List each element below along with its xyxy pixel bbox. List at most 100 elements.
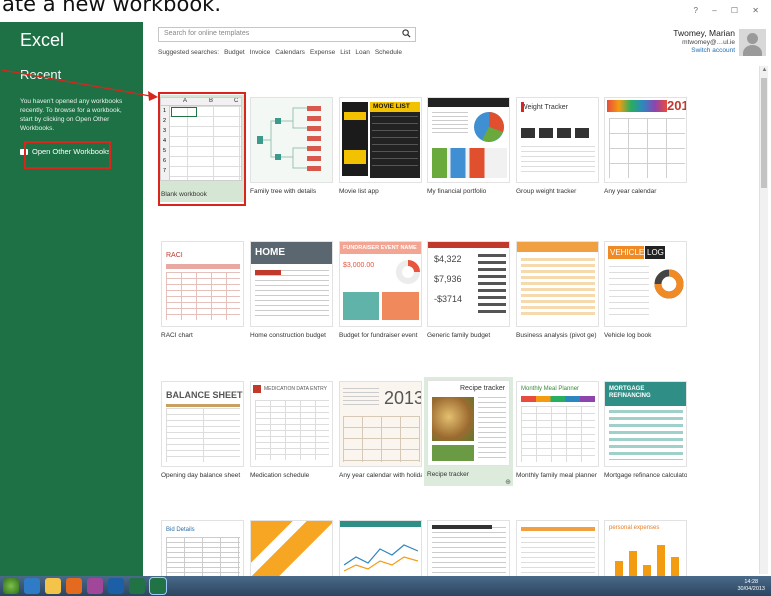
calendar-year: 2013: [667, 98, 686, 113]
template-label: Opening day balance sheet: [161, 472, 241, 479]
weight-title: Weight Tracker: [521, 104, 568, 111]
window-controls[interactable]: ? – ☐ ✕: [694, 6, 765, 15]
template-thumbnail: Weight Tracker: [516, 97, 599, 183]
suggested-searches: Suggested searches: Budget Invoice Calen…: [158, 49, 402, 56]
caption-text: ate a new workbook.: [2, 0, 222, 16]
suggested-schedule[interactable]: Schedule: [375, 49, 402, 56]
clock-time: 14:28: [744, 579, 759, 585]
avatar[interactable]: [739, 29, 766, 56]
taskbar: 14:28 30/04/2013: [0, 576, 771, 596]
template-thumbnail: [250, 97, 333, 183]
balance-title: BALANCE SHEET: [166, 390, 243, 400]
template-business-analysis[interactable]: Business analysis (pivot ge): [516, 241, 599, 339]
mortgage-title: MORTGAGE REFINANCING: [609, 386, 651, 399]
template-mortgage-refinance[interactable]: MORTGAGE REFINANCING Mortgage refinance …: [604, 381, 687, 479]
template-thumbnail: 2013: [604, 97, 687, 183]
template-recipe-tracker[interactable]: Recipe tracker Recipe tracker ⊕: [424, 377, 513, 486]
vehicle-title: VEHICLE: [608, 246, 645, 259]
medication-title: MEDICATION DATA ENTRY: [264, 386, 327, 392]
family-tree-art: [257, 106, 321, 171]
media-player-icon[interactable]: [66, 578, 82, 594]
template-label: Generic family budget: [427, 332, 491, 339]
template-meal-planner[interactable]: Monthly Meal Planner Monthly family meal…: [516, 381, 599, 479]
suggested-list[interactable]: List: [340, 49, 350, 56]
template-weight-tracker[interactable]: Weight Tracker Group weight tracker: [516, 97, 599, 195]
pin-icon[interactable]: ⊕: [505, 478, 511, 486]
template-label: Family tree with details: [250, 188, 317, 195]
line-chart-art: [344, 544, 418, 572]
suggested-calendars[interactable]: Calendars: [275, 49, 305, 56]
template-label: Recipe tracker: [427, 471, 469, 478]
sidebar: Excel Recent You haven't opened any work…: [0, 0, 143, 576]
template-label: Movie list app: [339, 188, 379, 195]
log-title: LOG: [645, 246, 665, 259]
template-medication-schedule[interactable]: MEDICATION DATA ENTRY Medication schedul…: [250, 381, 333, 479]
account-name: Twomey, Marian: [673, 28, 735, 38]
personal-title: personal expenses: [609, 525, 660, 531]
fundraiser-title: FUNDRAISER EVENT NAME: [343, 245, 417, 251]
scrollbar[interactable]: ▲: [759, 66, 768, 574]
account-email: mtwomey@…ul.ie: [682, 39, 735, 46]
template-calendar-holidays[interactable]: 2013 Any year calendar with holidays: [339, 381, 422, 479]
template-any-year-calendar[interactable]: 2013 Any year calendar: [604, 97, 687, 195]
template-financial-portfolio[interactable]: My financial portfolio: [427, 97, 510, 195]
account-info: Twomey, Marian mtwomey@…ul.ie Switch acc…: [673, 28, 735, 55]
template-thumbnail: RACI: [161, 241, 244, 327]
template-balance-sheet[interactable]: BALANCE SHEET Opening day balance sheet: [161, 381, 244, 479]
onenote-icon[interactable]: [87, 578, 103, 594]
highlight-box-open-other: [24, 141, 111, 169]
template-thumbnail: Recipe tracker: [427, 380, 510, 466]
meal-title: Monthly Meal Planner: [521, 386, 580, 392]
start-button-icon[interactable]: [3, 578, 19, 594]
template-thumbnail: BALANCE SHEET: [161, 381, 244, 467]
suggested-loan[interactable]: Loan: [355, 49, 369, 56]
donut-art: [396, 260, 420, 284]
budget-income: $4,322: [434, 254, 462, 264]
template-thumbnail: VEHICLE LOG: [604, 241, 687, 327]
excel-start-screen: ate a new workbook. Excel Recent You hav…: [0, 0, 771, 596]
template-fundraiser[interactable]: FUNDRAISER EVENT NAME $3,000.00 Budget f…: [339, 241, 422, 339]
template-family-budget[interactable]: $4,322 $7,936 -$3714 Generic family budg…: [427, 241, 510, 339]
file-explorer-icon[interactable]: [45, 578, 61, 594]
template-label: Any year calendar: [604, 188, 657, 195]
outlook-icon[interactable]: [108, 578, 124, 594]
app-title: Excel: [20, 30, 65, 50]
fundraiser-amount: $3,000.00: [343, 262, 375, 269]
template-thumbnail: MOVIE LIST: [339, 97, 422, 183]
template-thumbnail: MEDICATION DATA ENTRY: [250, 381, 333, 467]
template-label: Vehicle log book: [604, 332, 652, 339]
system-clock[interactable]: 14:28 30/04/2013: [737, 579, 765, 593]
suggested-budget[interactable]: Budget: [224, 49, 245, 56]
scroll-up-icon[interactable]: ▲: [760, 66, 769, 75]
template-raci-chart[interactable]: RACI RACI chart: [161, 241, 244, 339]
scroll-thumb[interactable]: [761, 78, 767, 188]
template-label: Group weight tracker: [516, 188, 577, 195]
template-movie-list[interactable]: MOVIE LIST Movie list app: [339, 97, 422, 195]
template-label: Mortgage refinance calculator: [604, 472, 687, 479]
search-placeholder: Search for online templates: [164, 30, 250, 37]
recent-heading: Recent: [20, 67, 62, 82]
home-title: HOME: [255, 247, 285, 258]
template-label: Business analysis (pivot ge): [516, 332, 597, 339]
template-thumbnail: [516, 241, 599, 327]
template-home-construction[interactable]: HOME Home construction budget: [250, 241, 333, 339]
suggested-expense[interactable]: Expense: [310, 49, 335, 56]
bar-chart-art: [615, 545, 679, 577]
search-icon[interactable]: [402, 29, 411, 38]
template-family-tree[interactable]: Family tree with details: [250, 97, 333, 195]
suggested-label: Suggested searches:: [158, 49, 220, 56]
template-thumbnail: [427, 97, 510, 183]
excel-active-icon[interactable]: [149, 577, 167, 595]
suggested-invoice[interactable]: Invoice: [250, 49, 271, 56]
template-label: Any year calendar with holidays: [339, 472, 422, 479]
raci-title: RACI: [166, 252, 183, 259]
internet-explorer-icon[interactable]: [24, 578, 40, 594]
template-thumbnail: FUNDRAISER EVENT NAME $3,000.00: [339, 241, 422, 327]
template-vehicle-log[interactable]: VEHICLE LOG Vehicle log book: [604, 241, 687, 339]
clock-date: 30/04/2013: [737, 586, 765, 592]
switch-account-link[interactable]: Switch account: [673, 47, 735, 55]
search-input[interactable]: Search for online templates: [158, 27, 416, 42]
template-thumbnail: Monthly Meal Planner: [516, 381, 599, 467]
excel-icon[interactable]: [129, 578, 145, 594]
recent-message: You haven't opened any workbooks recentl…: [20, 98, 123, 132]
